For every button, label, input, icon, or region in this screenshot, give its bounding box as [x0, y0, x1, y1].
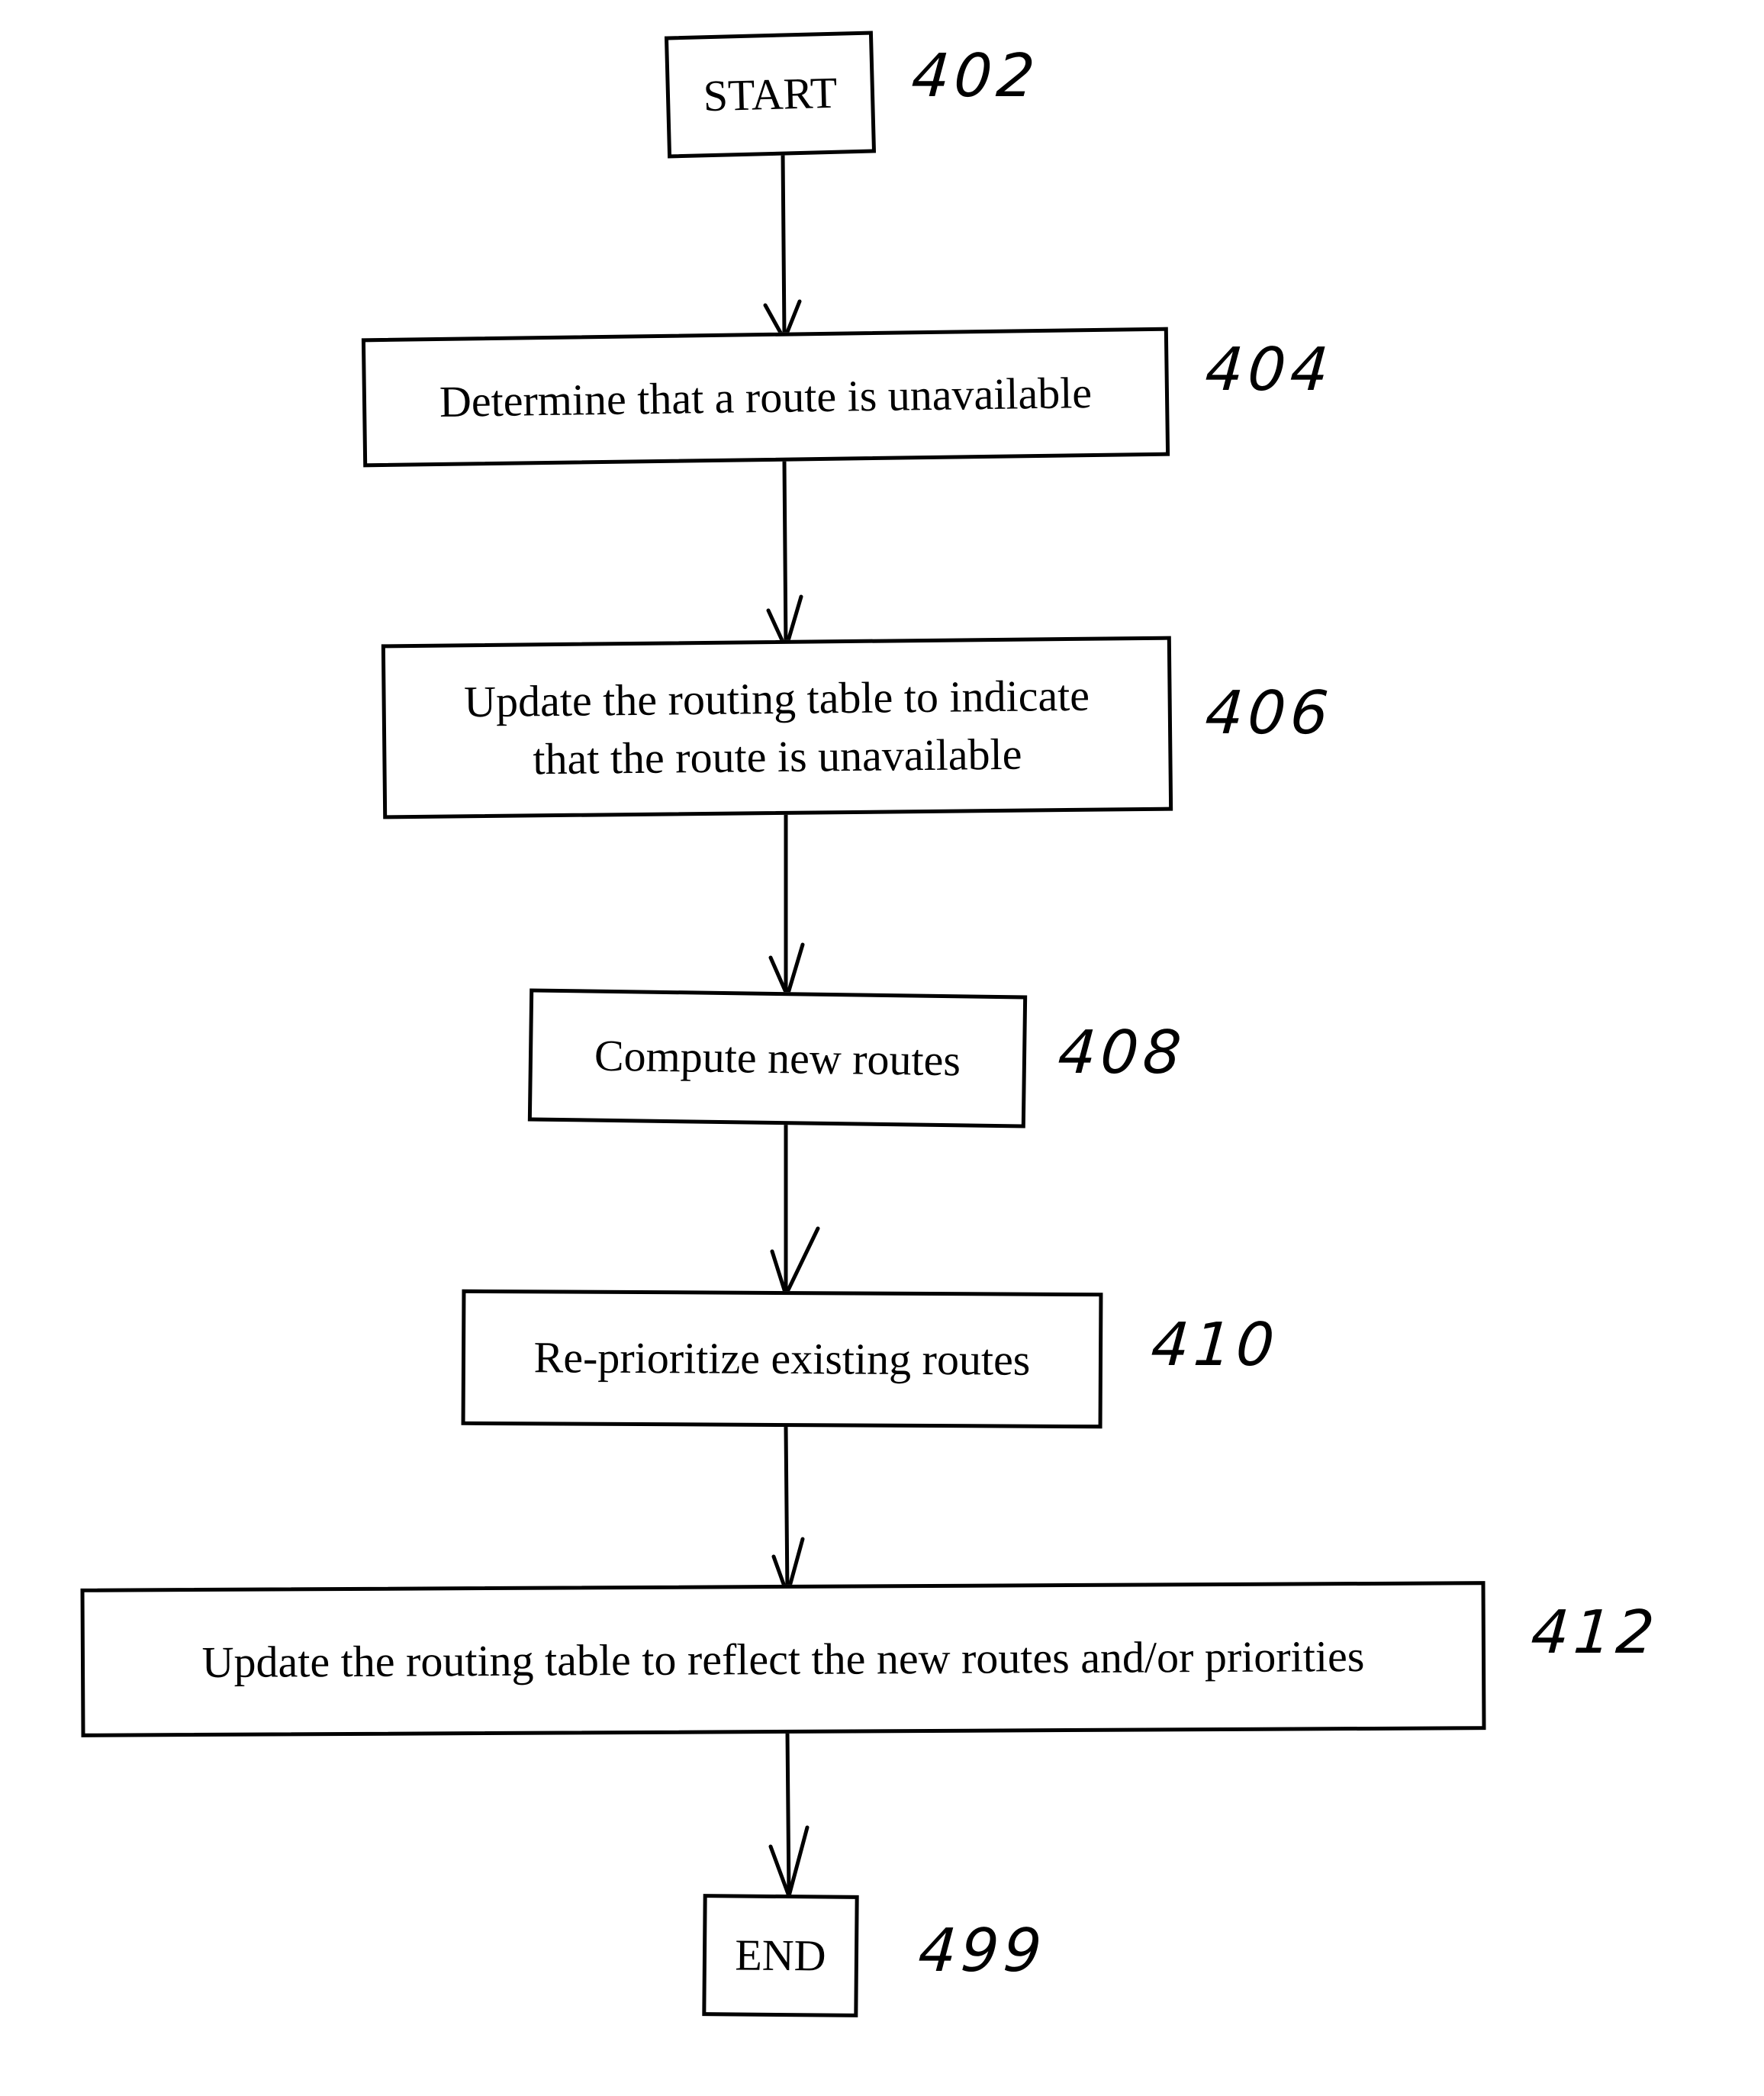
node-start: START — [664, 31, 877, 159]
flowchart: START 402 Determine that a route is unav… — [0, 0, 1764, 2096]
node-compute-new-routes: Compute new routes — [527, 988, 1028, 1128]
reference-numeral: 406 — [1202, 679, 1336, 748]
node-label: Update the routing table to reflect the … — [201, 1631, 1365, 1687]
node-update-table-unavailable: Update the routing table to indicate tha… — [381, 636, 1173, 819]
node-label: Compute new routes — [594, 1030, 961, 1086]
reference-numeral: 412 — [1528, 1599, 1662, 1667]
node-end: END — [702, 1894, 859, 2017]
node-label: Update the routing table to indicate tha… — [463, 670, 1090, 784]
node-label: START — [702, 68, 839, 121]
node-label: Determine that a route is unavailable — [439, 367, 1093, 427]
node-label: Re-prioritize existing routes — [533, 1332, 1031, 1385]
node-label: END — [735, 1930, 826, 1981]
node-update-table-new-routes: Update the routing table to reflect the … — [80, 1581, 1486, 1737]
reference-numeral: 402 — [909, 42, 1042, 111]
node-reprioritize-routes: Re-prioritize existing routes — [461, 1289, 1103, 1429]
arrow-406-408 — [768, 807, 805, 1002]
reference-numeral: 410 — [1148, 1311, 1282, 1380]
reference-numeral: 408 — [1055, 1019, 1189, 1087]
reference-numeral: 499 — [916, 1917, 1049, 1985]
arrow-408-410 — [770, 1119, 820, 1300]
arrow-402-404 — [763, 150, 802, 344]
arrow-410-412 — [771, 1425, 805, 1602]
node-determine-route-unavailable: Determine that a route is unavailable — [361, 327, 1170, 468]
arrow-412-499 — [768, 1730, 810, 1903]
reference-numeral: 404 — [1202, 336, 1336, 404]
arrow-404-406 — [766, 459, 803, 655]
